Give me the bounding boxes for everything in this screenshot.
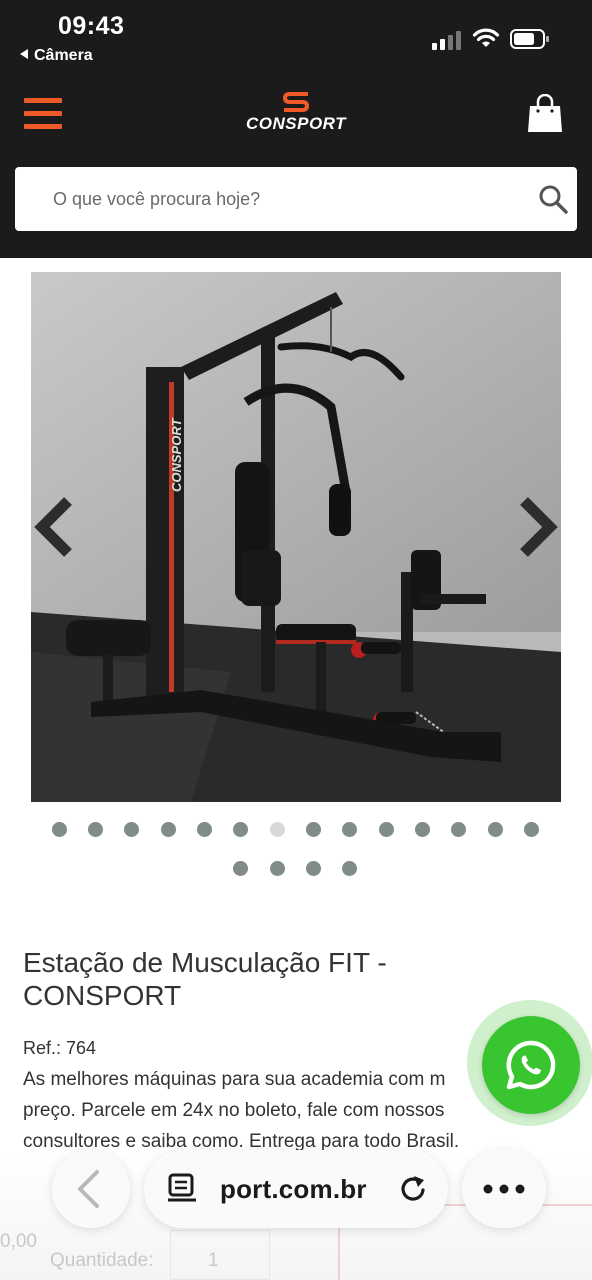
- carousel-dot[interactable]: [197, 822, 212, 837]
- carousel-dot[interactable]: [233, 861, 248, 876]
- carousel-dot[interactable]: [52, 822, 67, 837]
- carousel-dot[interactable]: [306, 861, 321, 876]
- chevron-right-icon[interactable]: [516, 495, 560, 559]
- quantity-box: [170, 1230, 270, 1280]
- site-header: 09:43 Câmera CONSPORT: [0, 0, 592, 258]
- price-partial: 0,00: [0, 1231, 37, 1252]
- product-title: Estação de Musculação FIT - CONSPORT: [23, 946, 463, 1012]
- carousel-dot[interactable]: [233, 822, 248, 837]
- quantity-label: Quantidade:: [50, 1250, 154, 1271]
- brand-logo[interactable]: CONSPORT: [246, 92, 346, 138]
- browser-back-button[interactable]: [52, 1150, 130, 1228]
- carousel-dot[interactable]: [124, 822, 139, 837]
- carousel-dot[interactable]: [88, 822, 103, 837]
- shopping-bag-icon[interactable]: [526, 94, 564, 134]
- battery-icon: [510, 29, 549, 49]
- carousel-dot[interactable]: [451, 822, 466, 837]
- browser-address-bar[interactable]: port.com.br: [144, 1150, 448, 1228]
- carousel-dot[interactable]: [342, 822, 357, 837]
- search-icon[interactable]: [538, 184, 568, 214]
- carousel-dot[interactable]: [270, 861, 285, 876]
- chevron-left-icon: [78, 1170, 99, 1208]
- carousel-dot[interactable]: [415, 822, 430, 837]
- carousel-dot[interactable]: [306, 822, 321, 837]
- more-options-icon: [483, 1184, 525, 1194]
- product-ref: Ref.: 764: [23, 1038, 97, 1058]
- whatsapp-icon: [506, 1040, 556, 1090]
- gym-station-illustration: CONSPORT: [31, 272, 561, 802]
- product-title-line: CONSPORT: [23, 980, 182, 1011]
- search-bar: [15, 167, 577, 231]
- carousel-dot[interactable]: [161, 822, 176, 837]
- whatsapp-button[interactable]: [482, 1016, 580, 1114]
- carousel-dot[interactable]: [342, 861, 357, 876]
- back-to-app-link[interactable]: Câmera: [20, 47, 93, 65]
- browser-more-button[interactable]: [462, 1150, 546, 1228]
- cellular-signal-icon: [432, 30, 464, 50]
- brand-logo-text: CONSPORT: [246, 114, 347, 133]
- logo-s-mark: [282, 92, 310, 112]
- carousel-dot[interactable]: [379, 822, 394, 837]
- browser-url: port.com.br: [220, 1174, 367, 1204]
- carousel-dot[interactable]: [524, 822, 539, 837]
- svg-text:CONSPORT: CONSPORT: [169, 418, 184, 492]
- carousel-dot[interactable]: [488, 822, 503, 837]
- back-app-label: Câmera: [34, 47, 93, 64]
- status-time: 09:43: [58, 12, 125, 40]
- quantity-value[interactable]: 1: [208, 1250, 219, 1272]
- chevron-left-icon[interactable]: [32, 495, 76, 559]
- back-triangle-icon: [20, 49, 28, 59]
- product-title-line: Estação de Musculação FIT -: [23, 947, 387, 978]
- wifi-icon: [472, 28, 500, 47]
- hamburger-menu-icon[interactable]: [24, 98, 62, 130]
- reader-view-icon[interactable]: [166, 1172, 200, 1206]
- carousel-dot-active[interactable]: [270, 822, 285, 837]
- reload-icon[interactable]: [396, 1172, 430, 1206]
- product-image[interactable]: CONSPORT: [31, 272, 561, 802]
- search-input[interactable]: [53, 167, 523, 231]
